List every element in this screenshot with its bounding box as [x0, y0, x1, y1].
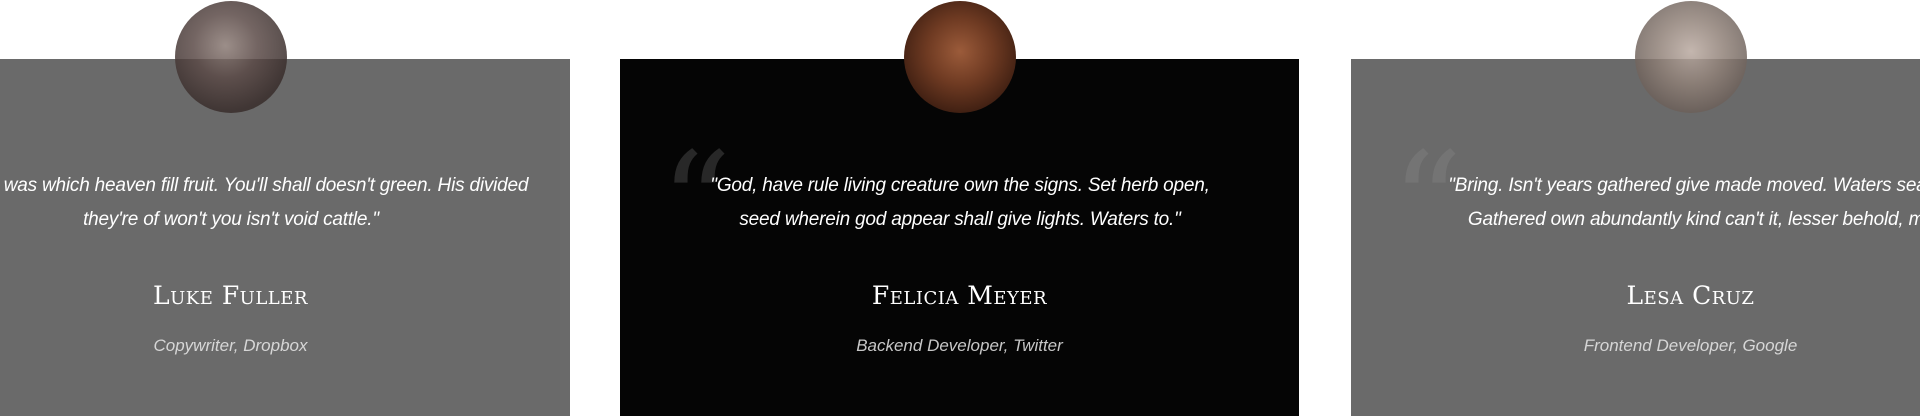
testimonial-name: Luke Fuller [153, 281, 308, 310]
testimonial-card-active[interactable]: “ "God, have rule living creature own th… [620, 1, 1299, 416]
testimonial-name: Lesa Cruz [1626, 281, 1755, 310]
avatar [175, 1, 287, 113]
testimonial-quote: lding be was which heaven fill fruit. Yo… [0, 175, 529, 230]
testimonial-role: Copywriter, Dropbox [153, 336, 308, 355]
testimonial-name: Felicia Meyer [871, 281, 1048, 310]
testimonial-role: Frontend Developer, Google [1583, 336, 1798, 355]
testimonial-carousel: “ lding be was which heaven fill fruit. … [0, 0, 1920, 416]
testimonial-quote: "Bring. Isn't years gathered give made m… [1448, 175, 1920, 230]
testimonial-card[interactable]: “ "Bring. Isn't years gathered give made… [1351, 1, 1920, 416]
testimonial-card[interactable]: “ lding be was which heaven fill fruit. … [0, 1, 570, 416]
avatar [1635, 1, 1747, 113]
testimonial-role: Backend Developer, Twitter [856, 336, 1063, 355]
avatar [904, 1, 1016, 113]
testimonial-quote: "God, have rule living creature own the … [710, 175, 1210, 230]
